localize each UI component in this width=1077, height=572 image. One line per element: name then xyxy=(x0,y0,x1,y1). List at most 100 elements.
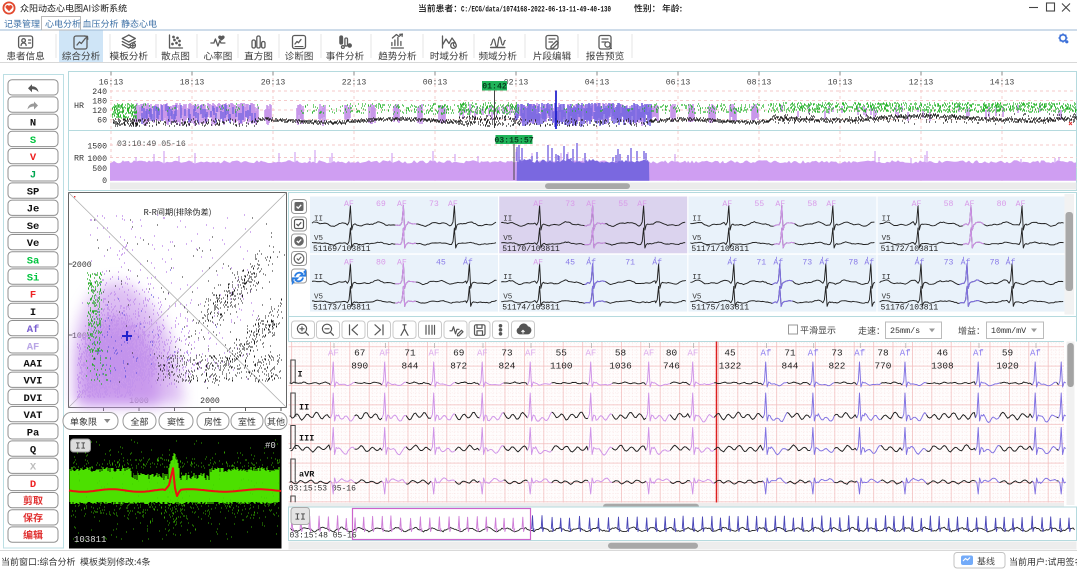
svg-text:AF: AF xyxy=(328,349,339,359)
svg-text:73: 73 xyxy=(831,348,843,359)
svg-text:55: 55 xyxy=(556,348,568,359)
svg-text:Pa: Pa xyxy=(27,427,40,439)
svg-text:746: 746 xyxy=(663,361,680,372)
svg-text:500: 500 xyxy=(92,165,107,174)
svg-text:AF: AF xyxy=(586,200,596,209)
svg-text:45: 45 xyxy=(436,258,446,267)
svg-text:59: 59 xyxy=(1002,348,1013,359)
svg-text:#0: #0 xyxy=(265,441,276,451)
svg-text:Af: Af xyxy=(1030,349,1041,359)
svg-text:2000: 2000 xyxy=(72,261,92,270)
svg-text:AF: AF xyxy=(826,200,836,209)
svg-text:55: 55 xyxy=(754,200,764,209)
svg-text:240: 240 xyxy=(92,88,107,97)
svg-text:51174/103811: 51174/103811 xyxy=(502,303,560,312)
svg-text:V5: V5 xyxy=(314,235,324,243)
svg-text:AF: AF xyxy=(448,200,458,209)
svg-text:06:13: 06:13 xyxy=(666,79,691,88)
svg-text:18:13: 18:13 xyxy=(180,79,205,88)
svg-text:Af: Af xyxy=(900,349,911,359)
svg-text:Af: Af xyxy=(864,257,874,267)
svg-text:58: 58 xyxy=(615,348,627,359)
svg-text:71: 71 xyxy=(756,258,766,267)
svg-text:V5: V5 xyxy=(314,293,324,301)
svg-text:73: 73 xyxy=(429,200,439,209)
svg-text:80: 80 xyxy=(997,200,1007,209)
svg-text:AF: AF xyxy=(429,349,440,359)
svg-text:AF: AF xyxy=(397,200,407,209)
svg-text:890: 890 xyxy=(351,361,368,372)
svg-text:S: S xyxy=(30,135,36,147)
svg-text:16:13: 16:13 xyxy=(99,79,124,88)
svg-text:II: II xyxy=(314,216,323,224)
svg-text:67: 67 xyxy=(354,348,365,359)
svg-text:51170/103811: 51170/103811 xyxy=(502,245,560,254)
svg-text:78: 78 xyxy=(848,258,858,267)
svg-text:03:15:53 05-16: 03:15:53 05-16 xyxy=(289,485,356,494)
svg-text:872: 872 xyxy=(450,361,467,372)
svg-text:1036: 1036 xyxy=(609,361,632,372)
svg-text:103811: 103811 xyxy=(74,535,106,545)
svg-text:AF: AF xyxy=(397,258,407,267)
svg-text:VAT: VAT xyxy=(24,410,43,422)
svg-text:58: 58 xyxy=(944,200,954,209)
svg-text:1322: 1322 xyxy=(719,361,742,372)
svg-text:51175/103811: 51175/103811 xyxy=(691,303,749,312)
svg-text:AF: AF xyxy=(344,258,354,267)
svg-text:Af: Af xyxy=(808,349,819,359)
svg-text:25mm/s: 25mm/s xyxy=(890,326,920,336)
svg-text:DVI: DVI xyxy=(24,393,43,405)
svg-text:V5: V5 xyxy=(882,235,892,243)
svg-text:Af: Af xyxy=(973,349,984,359)
svg-text:II: II xyxy=(294,512,305,523)
svg-text:04:13: 04:13 xyxy=(585,79,610,88)
svg-text:C:/ECG/data/1074168-2022-06-13: C:/ECG/data/1074168-2022-06-13-11-49-40-… xyxy=(461,6,611,14)
svg-text:I: I xyxy=(298,370,303,380)
svg-text:AF: AF xyxy=(27,341,40,353)
svg-text:Af: Af xyxy=(961,257,971,267)
svg-text:AF: AF xyxy=(586,349,597,359)
svg-text:Af: Af xyxy=(27,324,40,336)
svg-text:1020: 1020 xyxy=(996,361,1019,372)
svg-text:II: II xyxy=(503,274,512,282)
svg-text:78: 78 xyxy=(877,348,889,359)
svg-text:1100: 1100 xyxy=(550,361,573,372)
svg-text:V5: V5 xyxy=(503,293,513,301)
svg-text:Af: Af xyxy=(915,257,925,267)
svg-text:03:10:49 05-16: 03:10:49 05-16 xyxy=(117,140,186,149)
svg-text:180: 180 xyxy=(92,98,107,107)
svg-text:II: II xyxy=(692,274,701,282)
svg-text:71: 71 xyxy=(784,348,796,359)
svg-text:51171/103811: 51171/103811 xyxy=(691,245,749,254)
svg-text:X: X xyxy=(30,462,37,474)
svg-text:Af: Af xyxy=(773,257,783,267)
svg-text:AF: AF xyxy=(775,200,785,209)
svg-text:770: 770 xyxy=(875,361,892,372)
svg-text:73: 73 xyxy=(501,348,513,359)
svg-text:00:13: 00:13 xyxy=(423,79,448,88)
svg-text:71: 71 xyxy=(404,348,416,359)
svg-text:69: 69 xyxy=(453,348,464,359)
svg-text:RR: RR xyxy=(74,154,84,164)
svg-text:58: 58 xyxy=(807,200,817,209)
svg-text:I: I xyxy=(30,307,36,319)
svg-text:Af: Af xyxy=(727,257,737,267)
svg-text:AF: AF xyxy=(688,349,699,359)
svg-text:II: II xyxy=(692,216,701,224)
svg-text:844: 844 xyxy=(782,361,799,372)
svg-text:51176/103811: 51176/103811 xyxy=(881,303,939,312)
svg-text:20:13: 20:13 xyxy=(261,79,286,88)
svg-text:Af: Af xyxy=(463,257,473,267)
svg-text:69: 69 xyxy=(376,200,386,209)
svg-text:1500: 1500 xyxy=(87,142,107,151)
svg-text:Sa: Sa xyxy=(27,255,40,267)
svg-text:AF: AF xyxy=(344,200,354,209)
svg-text:51169/103811: 51169/103811 xyxy=(313,245,371,254)
svg-text:II: II xyxy=(75,442,86,452)
svg-text:V5: V5 xyxy=(692,293,702,301)
svg-text:VVI: VVI xyxy=(24,376,43,388)
svg-text:844: 844 xyxy=(402,361,419,372)
svg-text:AF: AF xyxy=(912,200,922,209)
svg-text:1308: 1308 xyxy=(931,361,954,372)
svg-text:2000: 2000 xyxy=(200,397,220,406)
